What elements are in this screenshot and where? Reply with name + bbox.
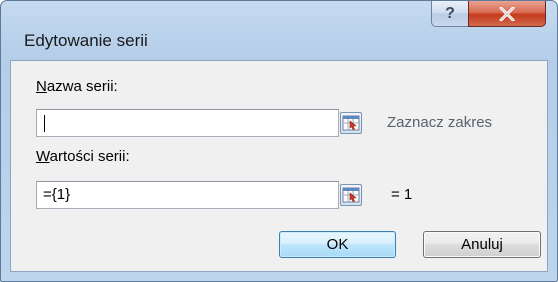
series-name-label-text: azwa serii:: [46, 78, 118, 95]
dialog-body: Nazwa serii: Zaznacz zakres Wartości ser…: [10, 60, 548, 272]
close-icon: [499, 6, 515, 21]
title-bar[interactable]: Edytowanie serii ?: [1, 1, 557, 59]
series-values-label: Wartości serii:: [36, 148, 130, 165]
text-caret: [44, 115, 45, 132]
question-mark-icon: ?: [445, 4, 455, 22]
help-button[interactable]: ?: [431, 1, 469, 27]
series-values-result: = 1: [391, 186, 413, 203]
dialog-title: Edytowanie serii: [24, 31, 148, 50]
range-select-icon: [342, 187, 360, 203]
series-name-input[interactable]: [36, 109, 339, 137]
series-name-accesskey: N: [36, 78, 47, 95]
series-values-label-text: artości serii:: [49, 148, 130, 165]
ok-button[interactable]: OK: [279, 231, 396, 258]
series-name-label: Nazwa serii:: [36, 78, 118, 95]
dialog-window: Edytowanie serii ? Nazwa serii: Zaznacz …: [0, 0, 558, 282]
close-button[interactable]: [468, 1, 546, 27]
cancel-button[interactable]: Anuluj: [423, 231, 541, 258]
series-values-range-button[interactable]: [340, 184, 362, 206]
series-values-value: ={1}: [43, 186, 71, 203]
series-name-range-button[interactable]: [340, 112, 362, 134]
range-select-icon: [342, 115, 360, 131]
select-range-hint: Zaznacz zakres: [387, 114, 493, 131]
series-values-accesskey: W: [36, 148, 50, 165]
series-values-input[interactable]: ={1}: [36, 181, 339, 209]
